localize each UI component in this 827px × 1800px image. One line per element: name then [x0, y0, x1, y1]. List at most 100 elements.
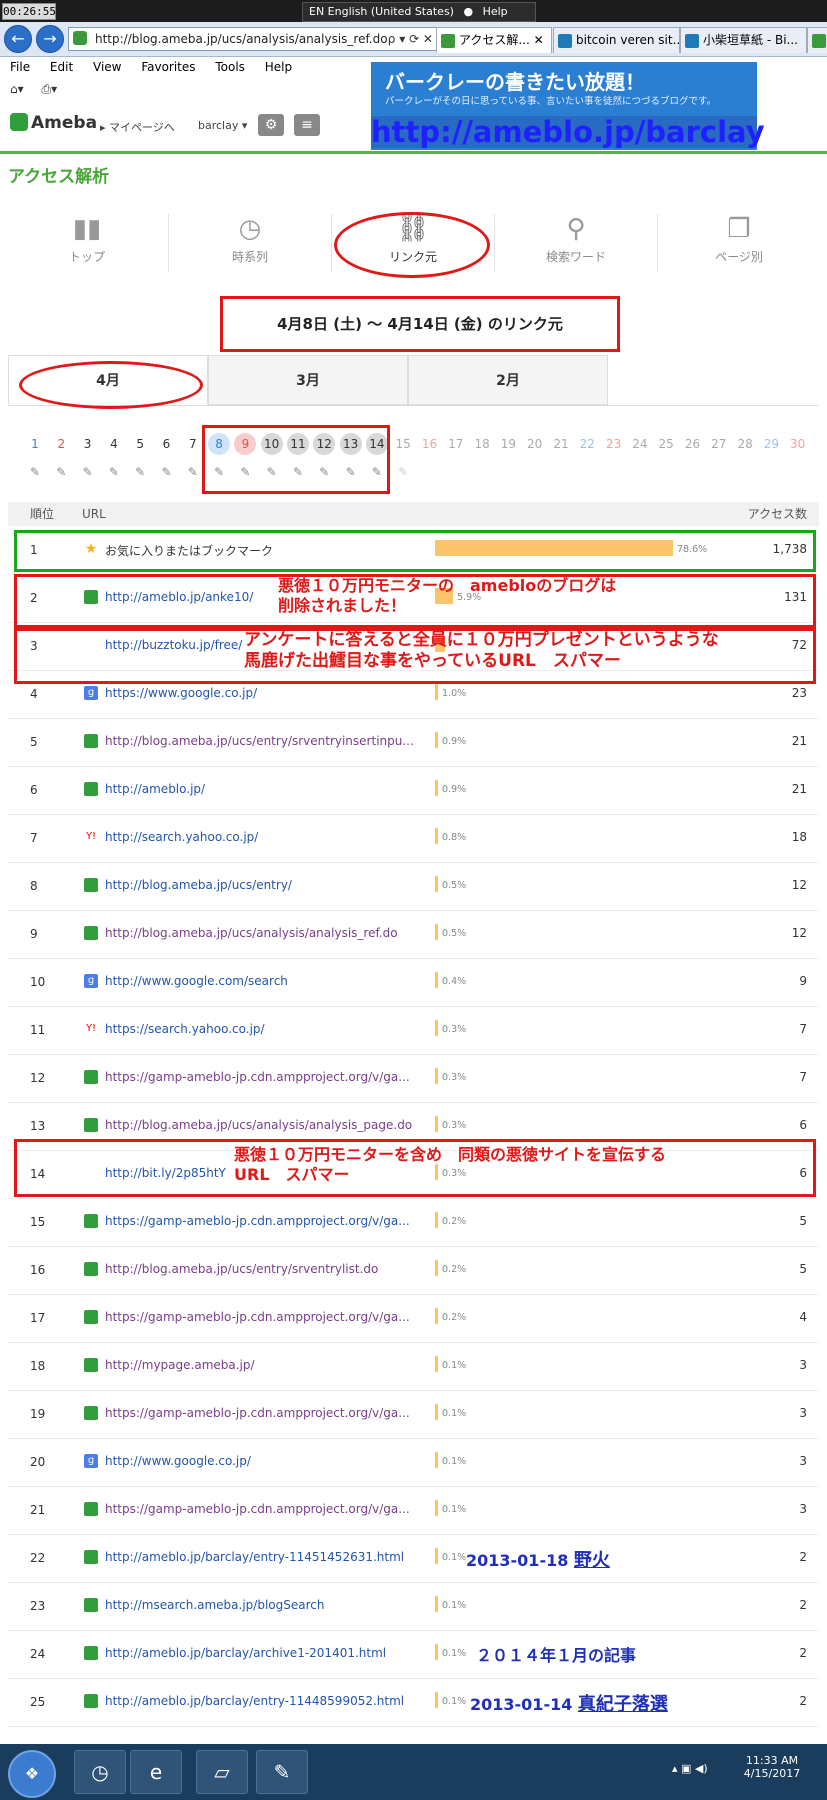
table-row[interactable]: 18 http://mypage.ameba.jp/0.1% 3 [8, 1342, 819, 1391]
row-url[interactable]: http://ameblo.jp/ [105, 782, 417, 796]
row-url[interactable]: http://ameblo.jp/barclay/archive1-201401… [105, 1646, 417, 1660]
pencil-icon[interactable]: ✎ [133, 465, 147, 479]
day-5[interactable]: 5 [129, 433, 151, 455]
user-select[interactable]: barclay ▾ [198, 119, 247, 132]
row-url[interactable]: https://gamp-ameblo-jp.cdn.ampproject.or… [105, 1406, 417, 1420]
address-url[interactable]: http://blog.ameba.jp/ucs/analysis/analys… [95, 32, 388, 46]
day-20[interactable]: 20 [524, 433, 546, 455]
row-url[interactable]: https://search.yahoo.co.jp/ [105, 1022, 417, 1036]
row-url[interactable]: https://gamp-ameblo-jp.cdn.ampproject.or… [105, 1310, 417, 1324]
day-7[interactable]: 7 [182, 433, 204, 455]
table-row[interactable]: 20 g http://www.google.co.jp/0.1% 3 [8, 1438, 819, 1487]
day-23[interactable]: 23 [603, 433, 625, 455]
day-2[interactable]: 2 [50, 433, 72, 455]
day-25[interactable]: 25 [655, 433, 677, 455]
day-29[interactable]: 29 [760, 433, 782, 455]
print-icon[interactable]: ⎙▾ [41, 82, 57, 96]
day-4[interactable]: 4 [103, 433, 125, 455]
nav-search-words[interactable]: ⚲ 検索ワード [495, 212, 657, 282]
home-icon[interactable]: ⌂▾ [10, 82, 24, 96]
ameba-logo[interactable]: Ameba [10, 113, 97, 133]
settings-gear-icon[interactable]: ⚙ [258, 114, 284, 136]
help-icon[interactable]: ● [463, 5, 473, 18]
table-row[interactable]: 15 https://gamp-ameblo-jp.cdn.ampproject.… [8, 1198, 819, 1247]
menu-icon[interactable]: ≡ [294, 114, 320, 136]
row-url[interactable]: http://www.google.com/search [105, 974, 417, 988]
menu-file[interactable]: File [10, 60, 30, 74]
nav-timeseries[interactable]: ◷ 時系列 [169, 212, 331, 282]
day-30[interactable]: 30 [787, 433, 809, 455]
row-url[interactable]: http://ameblo.jp/barclay/entry-114485990… [105, 1694, 417, 1708]
table-row[interactable]: 12 https://gamp-ameblo-jp.cdn.ampproject.… [8, 1054, 819, 1103]
language-label[interactable]: EN English (United States) [309, 5, 454, 18]
day-17[interactable]: 17 [445, 433, 467, 455]
pencil-icon[interactable]: ✎ [107, 465, 121, 479]
notepad-icon[interactable]: ▱ [196, 1750, 248, 1794]
forward-button[interactable]: → [36, 25, 64, 53]
table-row[interactable]: 7 Y! http://search.yahoo.co.jp/0.8% 18 [8, 814, 819, 863]
table-row[interactable]: 8 http://blog.ameba.jp/ucs/entry/0.5% 12 [8, 862, 819, 911]
address-tools[interactable]: ρ ▾ ⟳ ✕ [388, 28, 433, 50]
tab-access-analysis[interactable]: アクセス解... ✕ [436, 27, 552, 53]
tray-clock[interactable]: 11:33 AM 4/15/2017 [732, 1754, 812, 1780]
annotation-link[interactable]: 野火 [574, 1550, 610, 1571]
row-url[interactable]: http://msearch.ameba.jp/blogSearch [105, 1598, 417, 1612]
day-15[interactable]: 15 [392, 433, 414, 455]
tab-bitcoin[interactable]: bitcoin veren sit... [553, 27, 680, 53]
day-3[interactable]: 3 [77, 433, 99, 455]
help-label[interactable]: Help [483, 5, 508, 18]
row-url[interactable]: http://ameblo.jp/barclay/entry-114514526… [105, 1550, 417, 1564]
row-url[interactable]: http://blog.ameba.jp/ucs/entry/srventryi… [105, 734, 417, 748]
start-button[interactable]: ❖ [8, 1750, 56, 1798]
annotation-link[interactable]: 真紀子落選 [578, 1694, 668, 1715]
pencil-icon[interactable]: ✎ [186, 465, 200, 479]
internet-explorer-icon[interactable]: e [130, 1750, 182, 1794]
clock-app-icon[interactable]: ◷ [74, 1750, 126, 1794]
menu-tools[interactable]: Tools [215, 60, 245, 74]
day-16[interactable]: 16 [419, 433, 441, 455]
table-row[interactable]: 9 http://blog.ameba.jp/ucs/analysis/analy… [8, 910, 819, 959]
row-url[interactable]: http://blog.ameba.jp/ucs/analysis/analys… [105, 1118, 417, 1132]
paint-icon[interactable]: ✎ [256, 1750, 308, 1794]
pencil-icon[interactable]: ✎ [160, 465, 174, 479]
address-bar[interactable]: http://blog.ameba.jp/ucs/analysis/analys… [68, 27, 438, 51]
table-row[interactable]: 11 Y! https://search.yahoo.co.jp/0.3% 7 [8, 1006, 819, 1055]
nav-pages[interactable]: ❐ ページ別 [658, 212, 820, 282]
table-row[interactable]: 6 http://ameblo.jp/0.9% 21 [8, 766, 819, 815]
day-1[interactable]: 1 [24, 433, 46, 455]
table-row[interactable]: 23 http://msearch.ameba.jp/blogSearch 0.1%… [8, 1582, 819, 1631]
nav-top[interactable]: ▮▮ トップ [6, 212, 168, 282]
tab-overflow[interactable] [807, 27, 827, 53]
row-url[interactable]: http://blog.ameba.jp/ucs/analysis/analys… [105, 926, 417, 940]
day-18[interactable]: 18 [471, 433, 493, 455]
row-url[interactable]: https://www.google.co.jp/ [105, 686, 417, 700]
table-row[interactable]: 17 https://gamp-ameblo-jp.cdn.ampproject.… [8, 1294, 819, 1343]
language-bar[interactable]: EN English (United States) ● Help [302, 2, 536, 22]
day-6[interactable]: 6 [156, 433, 178, 455]
table-row[interactable]: 10 g http://www.google.com/search 0.4% 9 [8, 958, 819, 1007]
day-27[interactable]: 27 [708, 433, 730, 455]
pencil-icon[interactable]: ✎ [81, 465, 95, 479]
row-url[interactable]: https://gamp-ameblo-jp.cdn.ampproject.or… [105, 1070, 417, 1084]
table-row[interactable]: 22 http://ameblo.jp/barclay/entry-1145145… [8, 1534, 819, 1583]
table-row[interactable]: 24 http://ameblo.jp/barclay/archive1-2014… [8, 1630, 819, 1679]
row-url[interactable]: https://gamp-ameblo-jp.cdn.ampproject.or… [105, 1214, 417, 1228]
table-row[interactable]: 19 https://gamp-ameblo-jp.cdn.ampproject.… [8, 1390, 819, 1439]
row-url[interactable]: http://www.google.co.jp/ [105, 1454, 417, 1468]
menu-view[interactable]: View [93, 60, 121, 74]
menu-help[interactable]: Help [265, 60, 292, 74]
day-26[interactable]: 26 [682, 433, 704, 455]
day-21[interactable]: 21 [550, 433, 572, 455]
day-24[interactable]: 24 [629, 433, 651, 455]
table-row[interactable]: 21 https://gamp-ameblo-jp.cdn.ampproject.… [8, 1486, 819, 1535]
row-url[interactable]: https://gamp-ameblo-jp.cdn.ampproject.or… [105, 1502, 417, 1516]
row-url[interactable]: http://search.yahoo.co.jp/ [105, 830, 417, 844]
table-row[interactable]: 25 http://ameblo.jp/barclay/entry-1144859… [8, 1678, 819, 1727]
pencil-icon[interactable]: ✎ [28, 465, 42, 479]
row-url[interactable]: http://blog.ameba.jp/ucs/entry/srventryl… [105, 1262, 417, 1276]
pencil-icon[interactable]: ✎ [396, 465, 410, 479]
table-row[interactable]: 5 http://blog.ameba.jp/ucs/entry/srventry… [8, 718, 819, 767]
tab-march[interactable]: 3月 [208, 355, 408, 405]
tray-icons[interactable]: ▴ ▣ ◀) [672, 1762, 708, 1775]
row-url[interactable]: http://blog.ameba.jp/ucs/entry/ [105, 878, 417, 892]
